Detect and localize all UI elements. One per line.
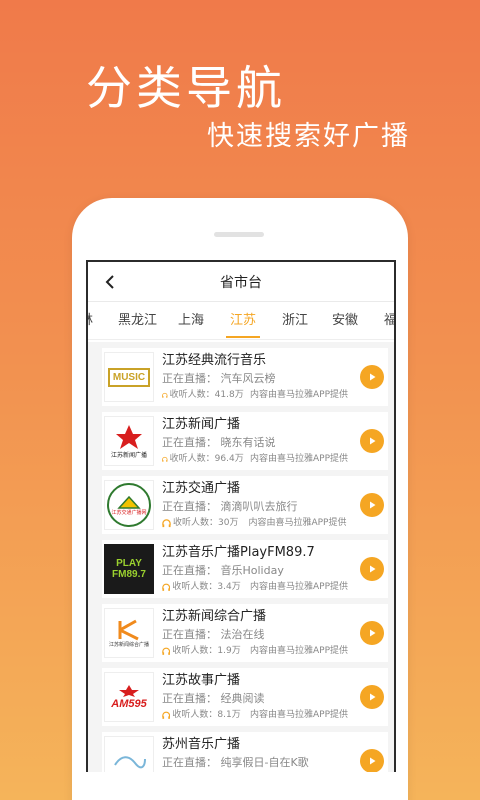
station-name: 江苏故事广播 — [162, 673, 241, 688]
station-logo-emblem — [119, 685, 139, 697]
listeners-label: 收听人数： — [173, 518, 219, 528]
tab-province-active[interactable]: 江苏 — [225, 302, 261, 339]
page-title: 省市台 — [220, 274, 262, 291]
station-name: 江苏新闻综合广播 — [162, 609, 267, 624]
listeners-count: 1.9万 — [217, 646, 241, 656]
play-button[interactable] — [360, 685, 384, 709]
station-row[interactable]: 江苏交通广播网 江苏交通广播 正在直播： 滴滴叭叭去旅行 收听人数： 30万 内容由… — [102, 476, 388, 534]
listeners-count: 96.4万 — [214, 454, 244, 464]
station-logo: 江苏新闻广播 — [104, 416, 154, 466]
headphones-icon — [162, 392, 168, 398]
play-button[interactable] — [360, 365, 384, 389]
tab-province[interactable]: 黑龙江 — [118, 302, 157, 339]
station-name: 江苏经典流行音乐 — [162, 353, 267, 368]
play-icon — [370, 501, 376, 509]
live-program: 正在直播： 汽车风云榜 — [162, 372, 276, 385]
station-logo: 江苏新闻综合广播 — [104, 608, 154, 658]
station-row[interactable]: 苏州音乐广播 正在直播： 纯享假日-自在K歌 — [102, 732, 388, 772]
listeners-count: 8.1万 — [217, 710, 241, 720]
play-icon — [370, 437, 376, 445]
play-button[interactable] — [360, 621, 384, 645]
live-program: 正在直播： 音乐Holiday — [162, 564, 284, 577]
tab-province[interactable]: 福 — [384, 302, 394, 339]
station-meta: 收听人数： 41.8万 内容由喜马拉雅APP提供 — [162, 388, 348, 402]
station-row[interactable]: AM595 江苏故事广播 正在直播： 经典阅读 收听人数： 8.1万 内容由喜马拉雅… — [102, 668, 388, 726]
station-meta: 收听人数： 96.4万 内容由喜马拉雅APP提供 — [162, 452, 348, 466]
live-program: 正在直播： 晓东有话说 — [162, 436, 276, 449]
back-button[interactable] — [98, 270, 122, 294]
listeners-count: 41.8万 — [214, 390, 244, 400]
headphones-icon — [162, 583, 171, 591]
listeners-count: 3.4万 — [217, 582, 241, 592]
play-icon — [370, 757, 376, 765]
headphones-icon — [162, 518, 171, 527]
play-button[interactable] — [360, 557, 384, 581]
play-icon — [370, 629, 376, 637]
station-logo — [104, 736, 154, 772]
station-row[interactable]: 江苏新闻综合广播 江苏新闻综合广播 正在直播： 法治在线 收听人数： 1.9万 内容… — [102, 604, 388, 662]
play-icon — [370, 693, 376, 701]
listeners-count: 30万 — [218, 518, 239, 528]
provider-text: 内容由喜马拉雅APP提供 — [248, 518, 347, 528]
station-logo-emblem — [118, 619, 139, 640]
listeners-label: 收听人数： — [169, 454, 215, 464]
play-button[interactable] — [360, 749, 384, 772]
station-row[interactable]: MUSIC 江苏经典流行音乐 正在直播： 汽车风云榜 收听人数： 41.8万 内容由… — [102, 348, 388, 406]
station-logo: 江苏交通广播网 — [104, 480, 154, 530]
headphones-icon — [162, 711, 171, 719]
app-screen: 省市台 林 黑龙江 上海 江苏 浙江 安徽 福 MUSIC 江苏经典流行音乐 正… — [86, 260, 396, 772]
listeners-label: 收听人数： — [172, 582, 218, 592]
provider-text: 内容由喜马拉雅APP提供 — [249, 646, 348, 656]
tab-province[interactable]: 林 — [88, 302, 93, 339]
provider-text: 内容由喜马拉雅APP提供 — [249, 390, 348, 400]
phone-mockup: 省市台 林 黑龙江 上海 江苏 浙江 安徽 福 MUSIC 江苏经典流行音乐 正… — [72, 198, 408, 800]
listeners-label: 收听人数： — [172, 646, 218, 656]
play-icon — [370, 373, 376, 381]
live-program: 正在直播： 纯享假日-自在K歌 — [162, 756, 309, 769]
station-logo: PLAY FM89.7 — [104, 544, 154, 594]
tab-province[interactable]: 上海 — [178, 302, 204, 339]
station-logo: AM595 — [104, 672, 154, 722]
province-tabs: 林 黑龙江 上海 江苏 浙江 安徽 福 — [88, 302, 394, 340]
station-row[interactable]: 江苏新闻广播 江苏新闻广播 正在直播： 晓东有话说 收听人数： 96.4万 内容由喜… — [102, 412, 388, 470]
listeners-label: 收听人数： — [172, 710, 218, 720]
station-logo: MUSIC — [104, 352, 154, 402]
station-logo-emblem — [116, 424, 142, 449]
station-list: MUSIC 江苏经典流行音乐 正在直播： 汽车风云榜 收听人数： 41.8万 内容由… — [88, 342, 394, 772]
promo-headline: 分类导航 — [86, 61, 286, 115]
station-meta: 收听人数： 8.1万 内容由喜马拉雅APP提供 — [162, 708, 348, 722]
station-meta: 收听人数： 1.9万 内容由喜马拉雅APP提供 — [162, 644, 348, 658]
station-name: 江苏音乐广播PlayFM89.7 — [162, 545, 315, 560]
station-logo-emblem — [114, 756, 146, 769]
station-name: 苏州音乐广播 — [162, 737, 241, 752]
provider-text: 内容由喜马拉雅APP提供 — [249, 454, 348, 464]
station-name: 江苏交通广播 — [162, 481, 241, 496]
tab-province[interactable]: 安徽 — [332, 302, 358, 339]
play-button[interactable] — [360, 429, 384, 453]
play-button[interactable] — [360, 493, 384, 517]
live-program: 正在直播： 法治在线 — [162, 628, 265, 641]
station-meta: 收听人数： 3.4万 内容由喜马拉雅APP提供 — [162, 580, 348, 594]
live-program: 正在直播： 经典阅读 — [162, 692, 265, 705]
provider-text: 内容由喜马拉雅APP提供 — [249, 582, 348, 592]
play-icon — [370, 565, 376, 573]
provider-text: 内容由喜马拉雅APP提供 — [249, 710, 348, 720]
station-name: 江苏新闻广播 — [162, 417, 241, 432]
tab-province[interactable]: 浙江 — [282, 302, 308, 339]
station-logo-emblem — [117, 495, 141, 509]
live-program: 正在直播： 滴滴叭叭去旅行 — [162, 500, 298, 513]
station-row[interactable]: PLAY FM89.7 江苏音乐广播PlayFM89.7 正在直播： 音乐Hol… — [102, 540, 388, 598]
headphones-icon — [162, 647, 171, 655]
phone-speaker — [214, 232, 264, 237]
station-meta: 收听人数： 30万 内容由喜马拉雅APP提供 — [162, 516, 348, 530]
headphones-icon — [162, 456, 168, 462]
top-bar: 省市台 — [88, 262, 394, 302]
chevron-left-icon — [105, 275, 114, 289]
listeners-label: 收听人数： — [169, 390, 215, 400]
promo-subline: 快速搜索好广播 — [207, 121, 410, 152]
